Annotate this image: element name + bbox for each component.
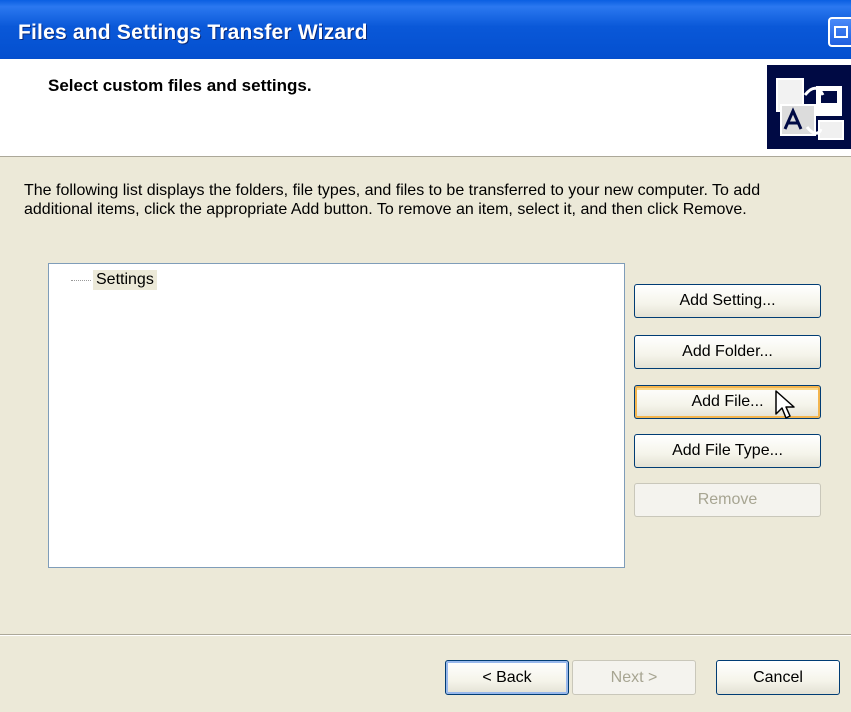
- add-setting-button[interactable]: Add Setting...: [634, 284, 821, 318]
- next-button[interactable]: Next >: [572, 660, 696, 695]
- footer-separator: [0, 634, 851, 636]
- list-item-label: Settings: [93, 270, 157, 290]
- wizard-logo-icon: [767, 65, 851, 149]
- wizard-window: Files and Settings Transfer Wizard Selec…: [0, 0, 851, 712]
- mouse-cursor-icon: [775, 390, 795, 419]
- add-file-type-button[interactable]: Add File Type...: [634, 434, 821, 468]
- cancel-button[interactable]: Cancel: [716, 660, 840, 695]
- add-folder-button[interactable]: Add Folder...: [634, 335, 821, 369]
- restore-icon: [834, 26, 848, 38]
- remove-button[interactable]: Remove: [634, 483, 821, 517]
- window-title: Files and Settings Transfer Wizard: [18, 21, 368, 44]
- tree-connector: [71, 279, 91, 281]
- title-bar-button[interactable]: [828, 17, 851, 47]
- list-item[interactable]: Settings: [71, 270, 157, 290]
- title-bar: Files and Settings Transfer Wizard: [0, 0, 851, 67]
- wizard-header: Select custom files and settings.: [0, 59, 851, 157]
- page-title: Select custom files and settings.: [48, 76, 312, 95]
- instructions-text: The following list displays the folders,…: [24, 182, 761, 218]
- transfer-items-list[interactable]: Settings: [48, 263, 625, 568]
- back-button[interactable]: < Back: [445, 660, 569, 695]
